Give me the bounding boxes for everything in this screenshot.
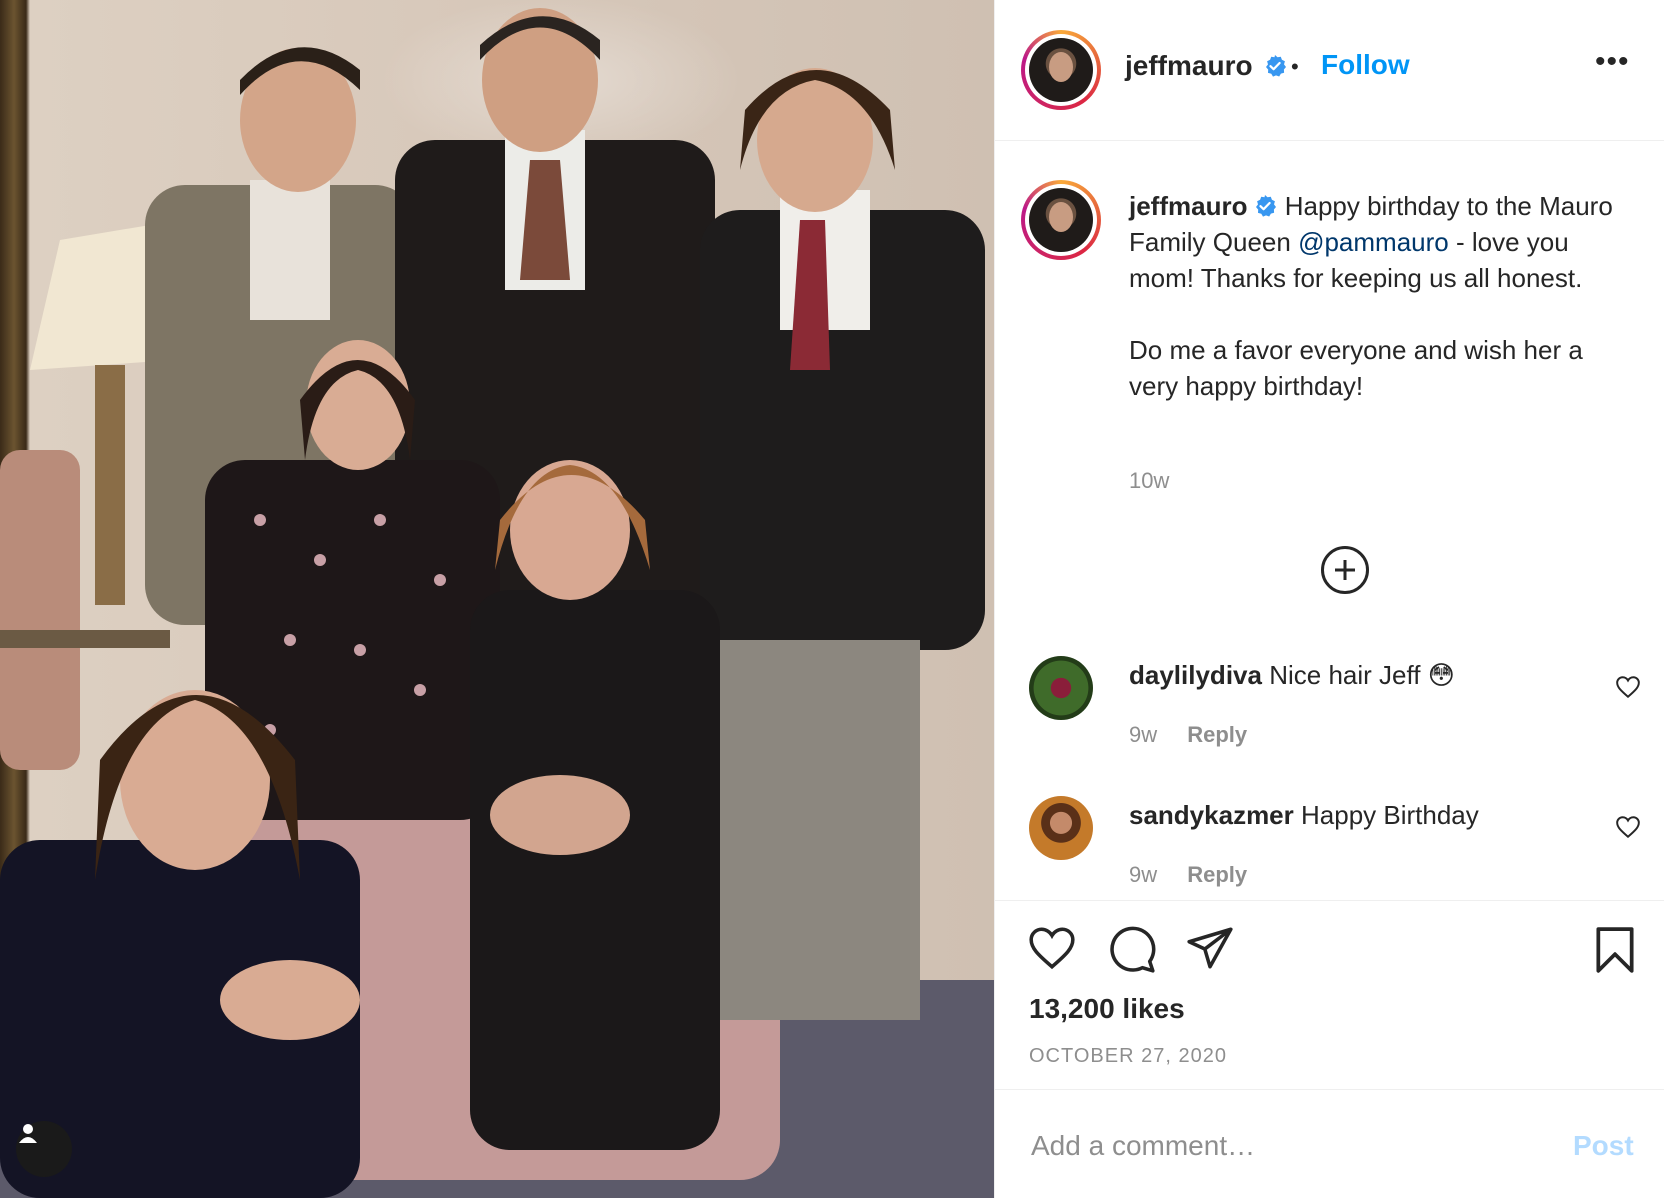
post-comment-button[interactable]: Post — [1573, 1130, 1634, 1162]
commenter-avatar[interactable] — [1029, 796, 1093, 860]
heart-icon[interactable] — [1615, 675, 1641, 699]
post-header: jeffmauro • Follow ••• — [995, 0, 1664, 141]
comment-timestamp[interactable]: 9w — [1129, 862, 1157, 887]
caption-mention-link[interactable]: @pammauro — [1298, 227, 1449, 257]
post-side-panel: jeffmauro • Follow ••• jeffmauro Happy b… — [994, 0, 1664, 1198]
caption-author-avatar[interactable] — [1021, 180, 1101, 260]
caption-timestamp[interactable]: 10w — [1129, 468, 1169, 494]
author-username[interactable]: jeffmauro — [1125, 50, 1253, 81]
reply-button[interactable]: Reply — [1187, 722, 1247, 747]
comment-text: Nice hair Jeff — [1269, 660, 1421, 690]
heart-icon[interactable] — [1615, 815, 1641, 839]
commenter-avatar[interactable] — [1029, 656, 1093, 720]
person-right-trousers — [720, 640, 920, 1020]
commenter-username[interactable]: sandykazmer — [1129, 800, 1294, 830]
comment-input[interactable] — [1029, 1120, 1553, 1172]
left-chair — [0, 450, 80, 770]
post-photo[interactable] — [0, 0, 994, 1198]
woman-seated-face — [510, 460, 630, 600]
load-more-comments-button[interactable] — [1321, 546, 1369, 594]
post-date[interactable]: OCTOBER 27, 2020 — [1029, 1045, 1227, 1068]
caption-text-part3: Do me a favor everyone and wish her a ve… — [1129, 335, 1583, 401]
like-heart-icon[interactable] — [1027, 925, 1077, 971]
likes-count[interactable]: 13,200 likes — [1029, 993, 1185, 1025]
add-comment-bar: Post — [995, 1089, 1664, 1199]
user-tag-button[interactable] — [16, 1121, 72, 1177]
verified-badge-icon — [1256, 195, 1277, 217]
separator-dot: • — [1291, 54, 1299, 79]
commenter-username[interactable]: daylilydiva — [1129, 660, 1262, 690]
more-options-icon[interactable]: ••• — [1595, 47, 1630, 77]
reply-button[interactable]: Reply — [1187, 862, 1247, 887]
save-bookmark-icon[interactable] — [1593, 925, 1637, 975]
verified-badge-icon — [1266, 55, 1287, 77]
user-tag-icon — [19, 1124, 37, 1143]
follow-button[interactable]: Follow — [1321, 49, 1410, 81]
plus-circle-icon — [1335, 560, 1355, 580]
lamp-base — [95, 365, 125, 605]
comment-timestamp[interactable]: 9w — [1129, 722, 1157, 747]
woman-seated-dress — [470, 590, 720, 1150]
girl-standing-face — [306, 340, 410, 470]
author-avatar[interactable] — [1021, 30, 1101, 110]
share-paper-plane-icon[interactable] — [1185, 925, 1235, 971]
comment-text: Happy Birthday — [1301, 800, 1479, 830]
comment-bubble-icon[interactable] — [1107, 925, 1157, 975]
family-photo-illustration — [0, 8, 994, 1198]
post-actions: 13,200 likes OCTOBER 27, 2020 — [995, 900, 1664, 1091]
flushed-face-emoji: 😳 — [1427, 660, 1455, 690]
caption-username[interactable]: jeffmauro — [1129, 191, 1247, 221]
